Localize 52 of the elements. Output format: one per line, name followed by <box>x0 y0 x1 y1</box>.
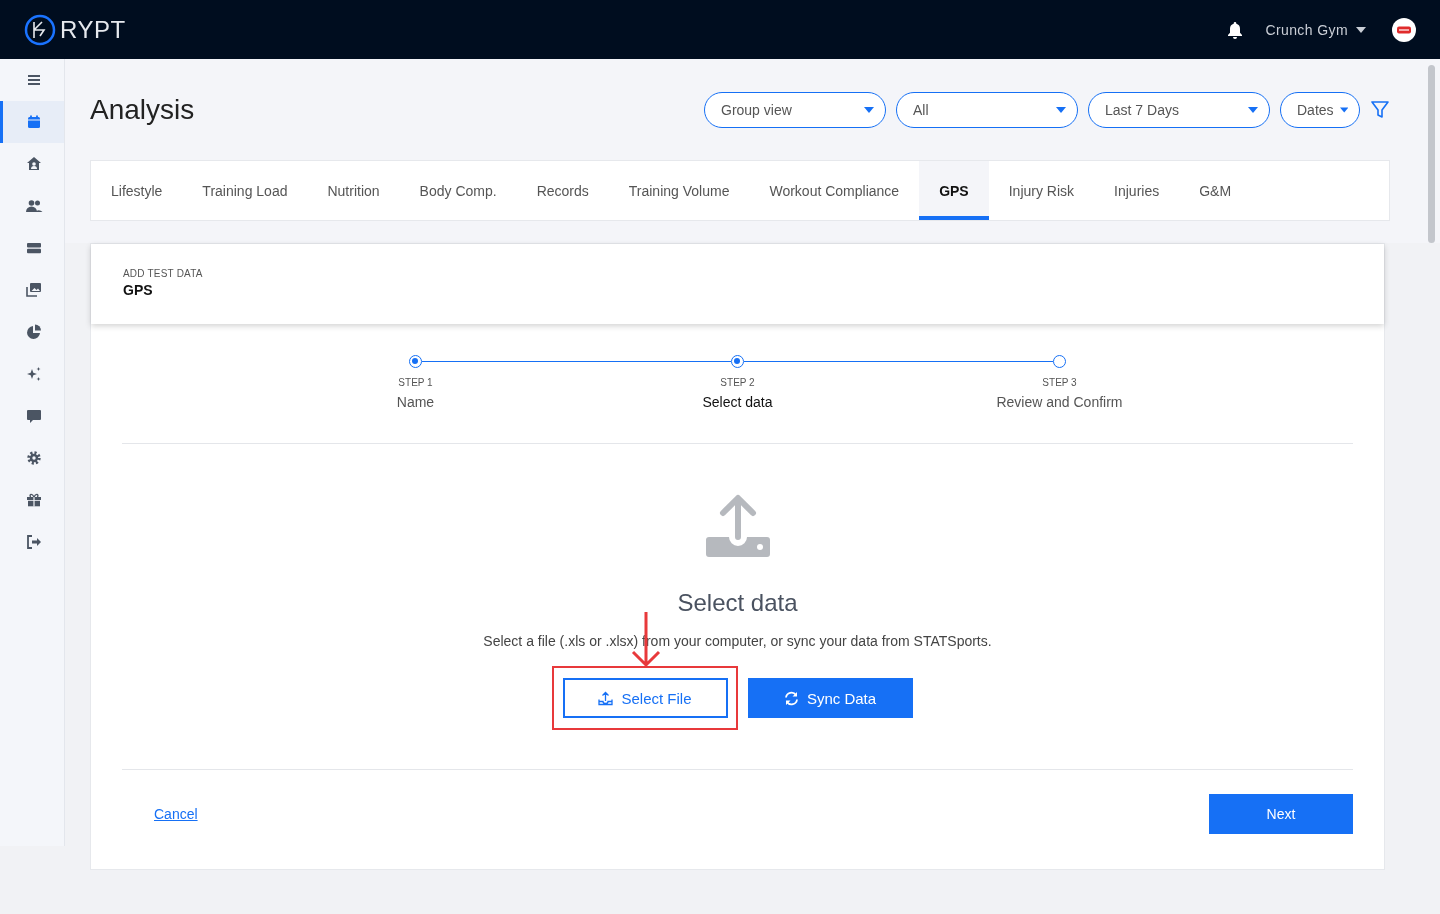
filter-dropdown[interactable]: Last 7 Days <box>1088 92 1270 128</box>
scrollbar-thumb[interactable] <box>1428 65 1435 243</box>
people-icon <box>24 197 43 215</box>
filter-dropdown[interactable]: All <box>896 92 1078 128</box>
page-title: Analysis <box>90 94 195 126</box>
sync-icon <box>783 690 799 706</box>
caret-icon <box>864 107 874 113</box>
select-file-button[interactable]: Select File <box>562 678 728 718</box>
tab[interactable]: Training Load <box>182 161 308 220</box>
card-overline: ADD TEST DATA <box>123 268 204 279</box>
caret-icon <box>1339 107 1348 113</box>
tab[interactable]: Training Volume <box>608 161 750 220</box>
caret-icon <box>1356 26 1366 33</box>
step-label: STEP 2 <box>720 377 755 388</box>
card-title: GPS <box>123 282 154 298</box>
step-name: Select data <box>702 394 773 410</box>
cancel-link[interactable]: Cancel <box>154 806 198 822</box>
section-title: Select data <box>677 589 798 617</box>
tab[interactable]: Nutrition <box>307 161 400 220</box>
step-name: Name <box>396 394 435 410</box>
tab[interactable]: Records <box>516 161 609 220</box>
gift-icon <box>24 491 43 509</box>
upload-icon <box>598 690 614 706</box>
account-dropdown[interactable]: Crunch Gym <box>1265 21 1366 38</box>
settings-icon <box>24 449 43 467</box>
tab[interactable]: Workout Compliance <box>749 161 920 220</box>
step-label: STEP 3 <box>1042 377 1077 388</box>
notification-bell-icon[interactable] <box>1227 20 1244 39</box>
next-button[interactable]: Next <box>1209 794 1353 834</box>
step-name: Review and Confirm <box>996 394 1123 410</box>
logout-icon <box>24 533 43 551</box>
images-icon <box>24 281 43 299</box>
logo-icon <box>24 13 56 46</box>
tab[interactable]: GPS <box>919 161 989 220</box>
chat-bubble-icon <box>24 407 43 425</box>
caret-icon <box>1056 107 1066 113</box>
caret-icon <box>1248 107 1258 113</box>
filter-dropdown[interactable]: Group view <box>704 92 886 128</box>
gym-logo-avatar[interactable] <box>1392 17 1416 42</box>
upload-drive-icon <box>704 493 771 557</box>
pie-chart-icon <box>24 323 43 341</box>
step-label: STEP 1 <box>398 377 433 388</box>
sync-data-button[interactable]: Sync Data <box>747 678 913 718</box>
brand-name: RYPT <box>60 15 126 44</box>
tab[interactable]: Injury Risk <box>988 161 1095 220</box>
tab[interactable]: Lifestyle <box>91 161 183 220</box>
tab[interactable]: Injuries <box>1094 161 1180 220</box>
tab[interactable]: G&M <box>1179 161 1252 220</box>
tab[interactable]: Body Comp. <box>399 161 517 220</box>
filter-dropdown[interactable]: Dates <box>1280 92 1360 128</box>
filter-icon[interactable] <box>1370 100 1390 120</box>
sidebar-item[interactable] <box>0 101 64 143</box>
